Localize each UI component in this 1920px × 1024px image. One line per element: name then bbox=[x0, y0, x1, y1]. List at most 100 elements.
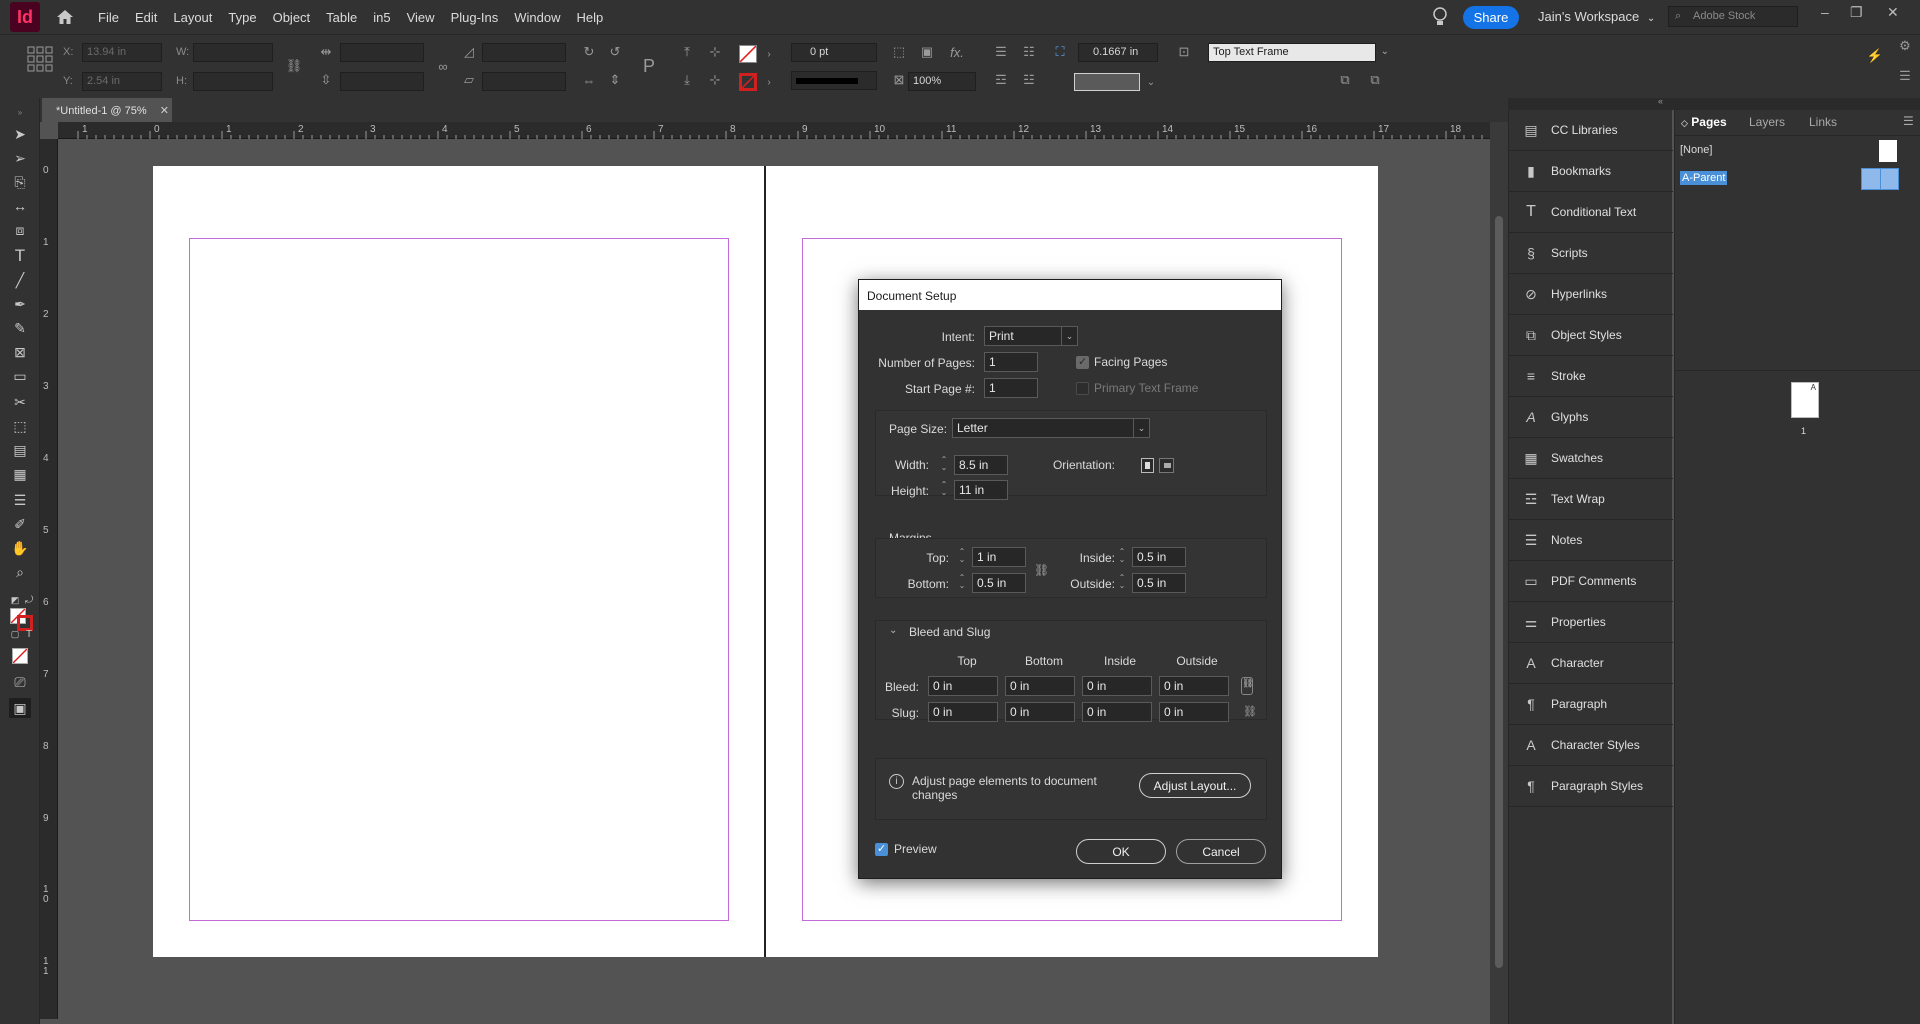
direct-selection-tool-icon[interactable]: ➢ bbox=[9, 148, 31, 168]
none-parent-thumb[interactable] bbox=[1879, 140, 1897, 162]
stroke-chevron-icon[interactable]: › bbox=[760, 73, 778, 91]
share-button[interactable]: Share bbox=[1463, 6, 1519, 29]
menu-table[interactable]: Table bbox=[326, 10, 357, 25]
menu-view[interactable]: View bbox=[407, 10, 435, 25]
panel-cc-libraries[interactable]: ▤ CC Libraries bbox=[1509, 110, 1673, 151]
reference-point-icon[interactable] bbox=[27, 46, 53, 72]
vertical-ruler[interactable]: 0 1 2 3 4 5 6 7 8 9 1 0 1 1 bbox=[40, 139, 58, 1019]
tab-pages[interactable]: ◇ Pages bbox=[1681, 115, 1727, 129]
slug-bottom-field[interactable]: 0 in bbox=[1005, 702, 1075, 722]
panel-notes[interactable]: ☰ Notes bbox=[1509, 520, 1673, 561]
panel-scripts[interactable]: § Scripts bbox=[1509, 233, 1673, 274]
clear-overrides-icon[interactable]: ⧉ bbox=[1336, 71, 1354, 89]
gap-tool-icon[interactable]: ↔ bbox=[9, 196, 31, 216]
panel-object-styles[interactable]: ⧉ Object Styles bbox=[1509, 315, 1673, 356]
app-logo[interactable]: Id bbox=[10, 2, 40, 32]
gradient-feather-tool-icon[interactable]: ▦ bbox=[9, 464, 31, 484]
none-parent-label[interactable]: [None] bbox=[1680, 144, 1712, 156]
preview-checkbox[interactable] bbox=[875, 842, 888, 856]
menu-layout[interactable]: Layout bbox=[173, 10, 212, 25]
gear-icon[interactable]: ⚙ bbox=[1896, 37, 1914, 55]
menu-edit[interactable]: Edit bbox=[135, 10, 157, 25]
scrollbar-thumb[interactable] bbox=[1495, 216, 1503, 968]
document-tab[interactable]: *Untitled-1 @ 75% ✕ bbox=[42, 98, 172, 122]
rotate-cw-icon[interactable]: ↻ bbox=[580, 43, 598, 61]
panel-hyperlinks[interactable]: ⊘ Hyperlinks bbox=[1509, 274, 1673, 315]
free-transform-tool-icon[interactable]: ⬚ bbox=[9, 416, 31, 436]
apply-none-icon[interactable] bbox=[12, 648, 28, 664]
line-tool-icon[interactable]: ╱ bbox=[9, 270, 31, 290]
align-center-icon[interactable]: ☲ bbox=[992, 71, 1010, 89]
panel-glyphs[interactable]: A Glyphs bbox=[1509, 397, 1673, 438]
bottom-margin-stepper-icon[interactable]: ⌃ ⌄ bbox=[955, 573, 969, 593]
menu-in5[interactable]: in5 bbox=[373, 10, 390, 25]
primary-text-frame-checkbox[interactable] bbox=[1076, 382, 1089, 395]
collapse-tools-icon[interactable]: » bbox=[9, 102, 31, 122]
selection-tool-icon[interactable]: ➤ bbox=[9, 124, 31, 144]
bleed-bottom-field[interactable]: 0 in bbox=[1005, 676, 1075, 696]
top-margin-stepper-icon[interactable]: ⌃ ⌄ bbox=[955, 547, 969, 567]
width-stepper-icon[interactable]: ⌃ ⌄ bbox=[937, 455, 951, 475]
panel-properties[interactable]: ⚌ Properties bbox=[1509, 602, 1673, 643]
bleed-outside-field[interactable]: 0 in bbox=[1159, 676, 1229, 696]
panel-menu-icon[interactable]: ☰ bbox=[1896, 67, 1914, 85]
inside-margin-stepper-icon[interactable]: ⌃ ⌄ bbox=[1115, 547, 1129, 567]
screen-mode-icon[interactable]: ⎚ bbox=[9, 672, 31, 692]
menu-object[interactable]: Object bbox=[273, 10, 311, 25]
swatch-preview[interactable] bbox=[1074, 73, 1140, 91]
intent-select[interactable]: Print ⌄ bbox=[984, 326, 1078, 346]
object-style-select[interactable]: Top Text Frame ⌄ bbox=[1208, 43, 1389, 62]
start-page-field[interactable]: 1 bbox=[984, 378, 1038, 398]
select-previous-icon[interactable]: ⤓ bbox=[678, 71, 696, 89]
pencil-tool-icon[interactable]: ✎ bbox=[9, 318, 31, 338]
shear-icon[interactable]: ▱ bbox=[460, 71, 478, 89]
stroke-weight-field[interactable]: 0 pt bbox=[791, 43, 877, 62]
bleed-top-field[interactable]: 0 in bbox=[928, 676, 998, 696]
formatting-text-icon[interactable]: T bbox=[18, 624, 40, 644]
menu-help[interactable]: Help bbox=[577, 10, 604, 25]
menu-type[interactable]: Type bbox=[228, 10, 256, 25]
page-left[interactable] bbox=[153, 166, 765, 957]
text-frame-options-icon[interactable]: ☰ bbox=[992, 43, 1010, 61]
a-parent-label[interactable]: A-Parent bbox=[1680, 171, 1728, 185]
type-tool-icon[interactable]: T bbox=[9, 246, 31, 266]
num-pages-field[interactable]: 1 bbox=[984, 352, 1038, 372]
slug-outside-field[interactable]: 0 in bbox=[1159, 702, 1229, 722]
panel-swatches[interactable]: ▦ Swatches bbox=[1509, 438, 1673, 479]
lightning-icon[interactable]: ⚡ bbox=[1866, 47, 1884, 65]
clear-attributes-icon[interactable]: ⧉ bbox=[1366, 71, 1384, 89]
flip-vertical-icon[interactable]: ⇕ bbox=[606, 71, 624, 89]
inside-margin-field[interactable]: 0.5 in bbox=[1132, 547, 1186, 567]
link-icon[interactable]: ∞ bbox=[434, 57, 452, 75]
bleed-chain-icon[interactable]: ⛓ bbox=[1241, 677, 1253, 695]
frame-offset-field[interactable]: 0.1667 in bbox=[1078, 43, 1158, 62]
content-collector-icon[interactable]: ⧈ bbox=[9, 220, 31, 240]
zoom-tool-icon[interactable]: ⌕ bbox=[9, 562, 31, 582]
outside-margin-field[interactable]: 0.5 in bbox=[1132, 573, 1186, 593]
rotate-icon[interactable]: ◿ bbox=[460, 43, 478, 61]
shear-field[interactable] bbox=[482, 72, 566, 91]
fit-frame-icon[interactable]: ⬚ bbox=[890, 43, 908, 61]
horizontal-ruler[interactable]: 1 0 1 2 3 4 5 6 7 8 9 10 11 12 13 14 15 … bbox=[58, 122, 1490, 139]
select-container-icon[interactable]: ⤒ bbox=[678, 43, 696, 61]
swap-colors-icon[interactable]: ⤾ bbox=[18, 590, 40, 610]
vertical-scrollbar[interactable] bbox=[1490, 122, 1508, 1024]
rectangle-frame-tool-icon[interactable]: ⊠ bbox=[9, 342, 31, 362]
panel-menu-icon[interactable]: ☰ bbox=[1903, 114, 1914, 128]
select-next-icon[interactable]: ⊹ bbox=[706, 71, 724, 89]
workspace-switcher[interactable]: Jain's Workspace ⌄ bbox=[1538, 9, 1655, 24]
panel-text-wrap[interactable]: ☲ Text Wrap bbox=[1509, 479, 1673, 520]
panel-conditional-text[interactable]: T Conditional Text bbox=[1509, 192, 1673, 233]
width-field[interactable]: 8.5 in bbox=[954, 455, 1008, 475]
tab-layers[interactable]: Layers bbox=[1749, 115, 1785, 129]
portrait-icon[interactable] bbox=[1141, 458, 1154, 473]
stroke-type-select[interactable] bbox=[791, 71, 877, 90]
align-bottom-icon[interactable]: ☳ bbox=[1020, 71, 1038, 89]
ok-button[interactable]: OK bbox=[1076, 839, 1166, 864]
h-field[interactable] bbox=[193, 72, 273, 91]
outside-margin-stepper-icon[interactable]: ⌃ ⌄ bbox=[1115, 573, 1129, 593]
object-style-icon[interactable]: ⊡ bbox=[1175, 43, 1193, 61]
page-tool-icon[interactable]: ⎘ bbox=[9, 172, 31, 192]
opacity-field[interactable]: 100% bbox=[908, 72, 976, 91]
rotate-field[interactable] bbox=[482, 43, 566, 62]
